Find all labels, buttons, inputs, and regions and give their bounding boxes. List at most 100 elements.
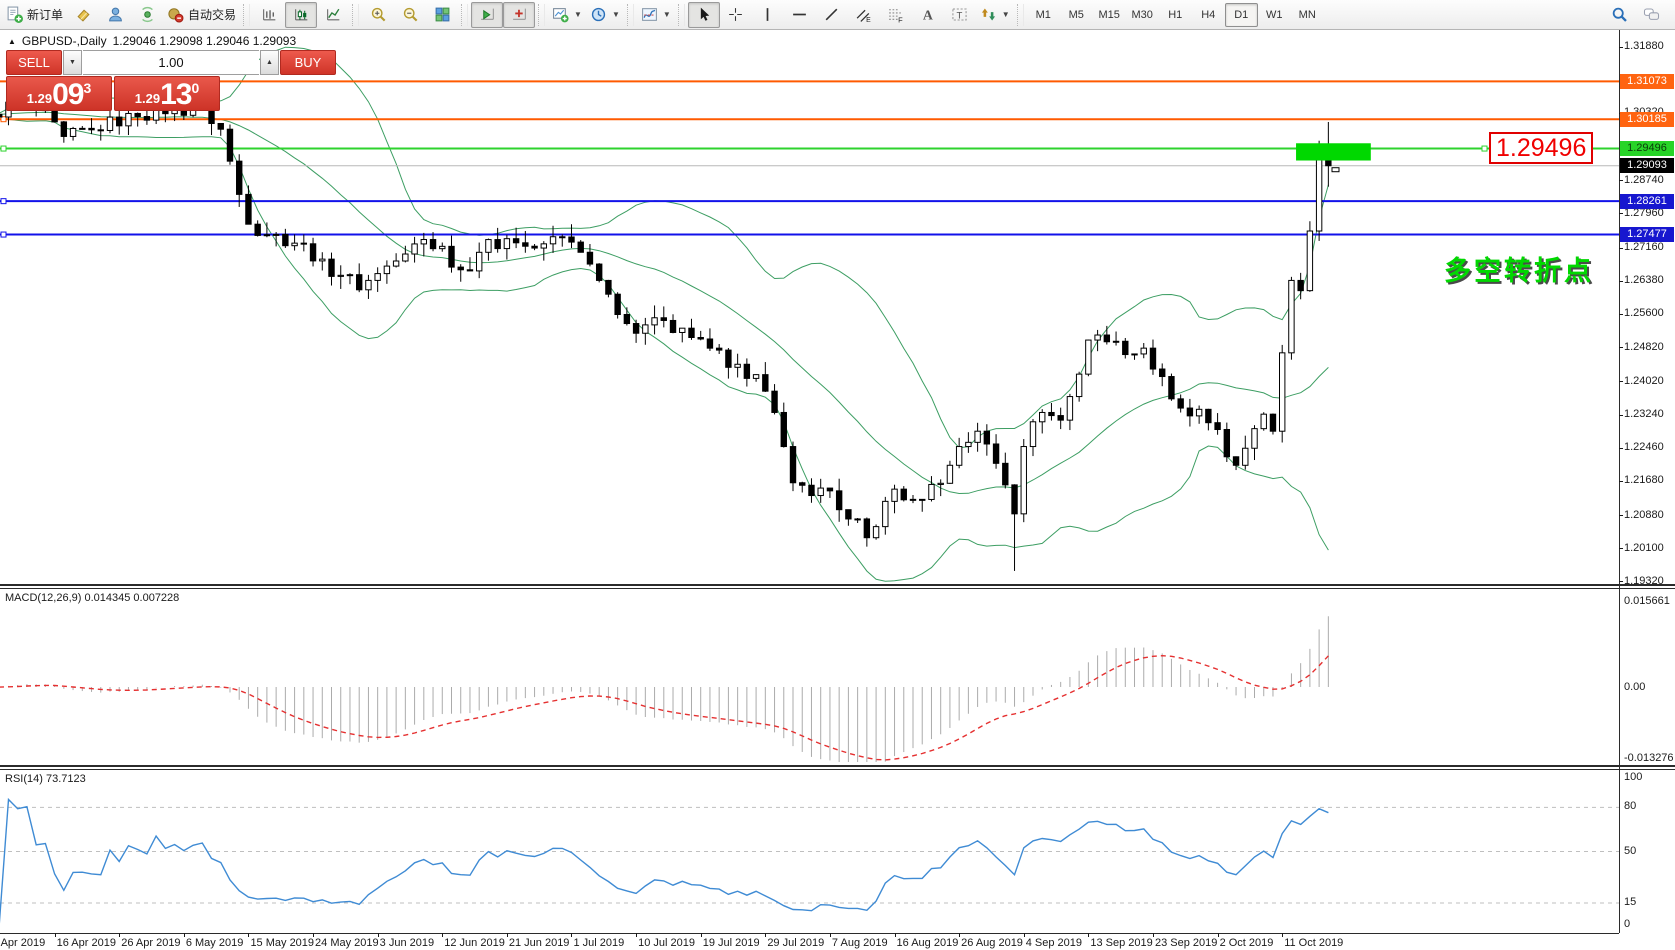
main-price-pane[interactable] xyxy=(0,30,1619,584)
line-chart-button[interactable] xyxy=(317,2,349,28)
price-level-badge: 1.31073 xyxy=(1620,74,1674,89)
timeframe-h4[interactable]: H4 xyxy=(1192,3,1225,27)
buy-button[interactable]: BUY xyxy=(280,50,336,75)
candle-body xyxy=(587,252,592,264)
candle-body xyxy=(1003,463,1008,485)
eraser-button[interactable] xyxy=(67,2,99,28)
candle-chart-button[interactable] xyxy=(285,2,317,28)
time-tick-mark xyxy=(1282,933,1283,937)
chat-button[interactable] xyxy=(1635,2,1667,28)
symbol-name: GBPUSD-,Daily xyxy=(22,34,107,48)
tile-windows-button[interactable] xyxy=(426,2,458,28)
price-callout-label[interactable]: 1.29496 xyxy=(1489,132,1593,164)
time-tick-mark xyxy=(119,933,120,937)
candle-body xyxy=(347,275,352,276)
candle-body xyxy=(449,246,454,267)
bar-chart-button[interactable] xyxy=(253,2,285,28)
arrows-button[interactable]: ▼ xyxy=(976,2,1014,28)
timeframe-mn[interactable]: MN xyxy=(1291,3,1324,27)
rsi-pane[interactable] xyxy=(0,770,1619,933)
sell-price-big: 09 xyxy=(52,78,83,111)
candle-body xyxy=(1261,414,1266,428)
timeframe-h1[interactable]: H1 xyxy=(1159,3,1192,27)
fibonacci-icon: F xyxy=(887,6,904,23)
timeframe-m15[interactable]: M15 xyxy=(1093,3,1126,27)
autotrade-icon xyxy=(167,6,184,23)
candle-body xyxy=(633,324,638,334)
candle-body xyxy=(689,328,694,337)
candle-body xyxy=(1021,447,1026,514)
signal-button[interactable] xyxy=(131,2,163,28)
trendline-button[interactable] xyxy=(816,2,848,28)
candle-body xyxy=(1104,335,1109,342)
volume-input[interactable] xyxy=(83,50,259,75)
sell-price-box[interactable]: 1.29 09 3 xyxy=(6,76,112,111)
autotrade-button[interactable]: 自动交易 xyxy=(163,2,240,28)
green-rectangle-object[interactable] xyxy=(1296,143,1371,160)
chat-icon xyxy=(1643,6,1660,23)
crosshair-button[interactable] xyxy=(720,2,752,28)
time-tick-label: 13 Sep 2019 xyxy=(1090,937,1152,949)
fibonacci-button[interactable]: F xyxy=(880,2,912,28)
volume-increase-button[interactable]: ▲ xyxy=(260,50,279,75)
profile-button[interactable] xyxy=(99,2,131,28)
horizontal-line-button[interactable] xyxy=(784,2,816,28)
candle-body xyxy=(624,314,629,323)
price-level-badge: 1.30185 xyxy=(1620,112,1674,127)
zoom-out-button[interactable] xyxy=(394,2,426,28)
time-tick-label: 7 Aug 2019 xyxy=(832,937,888,949)
text-icon: A xyxy=(919,6,936,23)
text-label-button[interactable]: T xyxy=(944,2,976,28)
time-tick-label: 15 May 2019 xyxy=(250,937,314,949)
timeframe-w1[interactable]: W1 xyxy=(1258,3,1291,27)
text-button[interactable]: A xyxy=(912,2,944,28)
candle-body xyxy=(596,264,601,280)
volume-decrease-button[interactable]: ▼ xyxy=(63,50,82,75)
zoom-in-button[interactable] xyxy=(362,2,394,28)
candle-body xyxy=(800,483,805,486)
sell-button[interactable]: SELL xyxy=(6,50,62,75)
timeframe-m5[interactable]: M5 xyxy=(1060,3,1093,27)
time-tick-mark xyxy=(959,933,960,937)
candle-body xyxy=(264,235,269,236)
time-tick-mark xyxy=(571,933,572,937)
toolbar-separator xyxy=(461,4,468,26)
line-handle[interactable] xyxy=(1,146,6,151)
price-level-badge: 1.29496 xyxy=(1620,141,1674,156)
periods-button[interactable]: ▼ xyxy=(586,2,624,28)
auto-scroll-button[interactable] xyxy=(471,2,503,28)
indicators-icon xyxy=(641,6,658,23)
new-chart-button[interactable]: ▼ xyxy=(548,2,586,28)
timeframe-m1[interactable]: M1 xyxy=(1027,3,1060,27)
candle-body xyxy=(846,510,851,519)
new-chart-icon xyxy=(552,6,569,23)
price-tick-label: 1.27160 xyxy=(1624,241,1664,253)
buy-price-box[interactable]: 1.29 13 0 xyxy=(114,76,220,111)
new-order-button[interactable]: 新订单 xyxy=(2,2,67,28)
line-handle[interactable] xyxy=(1,199,6,204)
search-button[interactable] xyxy=(1603,2,1635,28)
chart-shift-button[interactable] xyxy=(503,2,535,28)
timeframe-m30[interactable]: M30 xyxy=(1126,3,1159,27)
indicators-button[interactable]: ▼ xyxy=(637,2,675,28)
macd-axis-label: -0.013276 xyxy=(1624,752,1674,764)
svg-text:T: T xyxy=(957,10,963,21)
cursor-button[interactable] xyxy=(688,2,720,28)
candle-body xyxy=(1196,409,1201,416)
timeframe-d1[interactable]: D1 xyxy=(1225,3,1258,27)
chart-annotation-text[interactable]: 多空转折点 xyxy=(1444,249,1594,288)
time-tick-label: 24 May 2019 xyxy=(315,937,379,949)
toolbar-group: 新订单 自动交易 xyxy=(2,1,240,29)
time-tick-label: 26 Aug 2019 xyxy=(961,937,1023,949)
vertical-line-button[interactable] xyxy=(752,2,784,28)
price-tick-label: 1.21680 xyxy=(1624,474,1664,486)
channel-button[interactable]: E xyxy=(848,2,880,28)
candle-body xyxy=(403,254,408,261)
price-tick-mark xyxy=(1619,347,1623,348)
ohlc-values: 1.29046 1.29098 1.29046 1.29093 xyxy=(113,34,297,48)
line-handle[interactable] xyxy=(1,232,6,237)
macd-pane[interactable] xyxy=(0,589,1619,765)
clock-icon xyxy=(590,6,607,23)
candle-body xyxy=(421,240,426,244)
price-tick-label: 1.23240 xyxy=(1624,408,1664,420)
